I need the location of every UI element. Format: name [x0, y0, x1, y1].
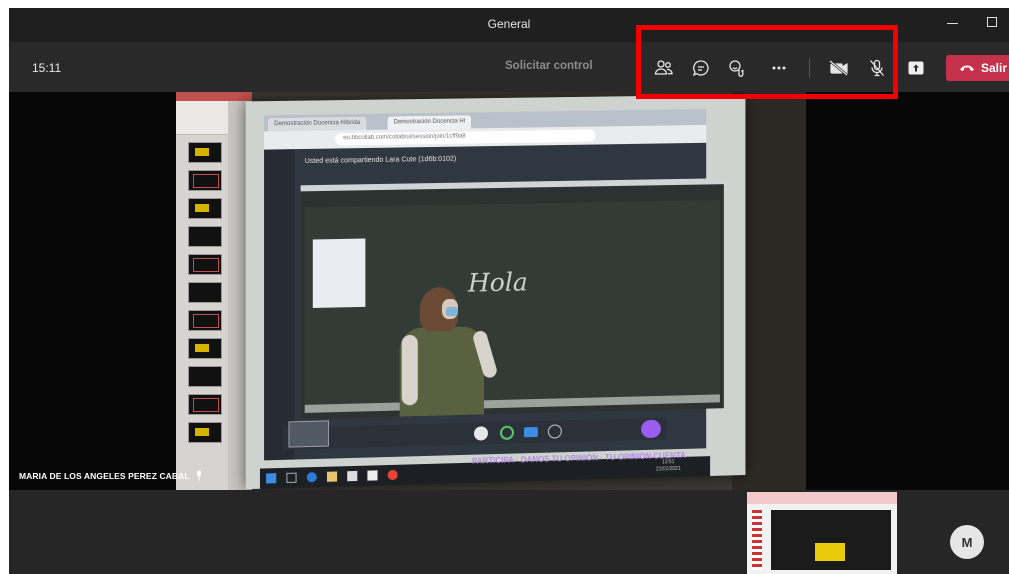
blackboard: Hola	[304, 200, 720, 405]
slide-thumbnail	[188, 338, 222, 359]
raise-hand-icon	[729, 60, 744, 77]
participant-gallery: M	[9, 490, 1009, 574]
taskbar-clock: 13:51 21/01/2021	[656, 459, 681, 474]
teams-window: General 15:11 Solicitar control Salir De…	[9, 8, 1009, 574]
presenter-name: MARIA DE LOS ANGELES PEREZ CABAL	[19, 471, 190, 481]
powerpoint-titlebar	[176, 92, 252, 101]
window-title: General	[487, 17, 531, 31]
shared-content-stage: Demostración Docencia Híbrida Demostraci…	[9, 92, 1009, 490]
teacher-arm	[401, 334, 418, 406]
mic-off-icon	[870, 59, 884, 77]
minimize-icon[interactable]	[947, 14, 961, 32]
task-view-icon	[286, 472, 297, 483]
pin-icon	[197, 470, 201, 481]
folder-icon	[326, 471, 338, 482]
more-icon	[772, 66, 786, 70]
slide-thumbnail	[188, 310, 222, 331]
more-actions-button[interactable]	[767, 57, 791, 79]
sharing-notice: Usted está compartiendo Lara Cute (1d6b:…	[304, 155, 457, 166]
reactions-button[interactable]	[725, 57, 749, 79]
projected-screen: Demostración Docencia Híbrida Demostraci…	[245, 94, 746, 490]
chrome-icon	[387, 469, 398, 481]
hang-up-icon	[960, 65, 974, 72]
mic-icon	[499, 425, 514, 440]
board-text: Hola	[467, 267, 528, 298]
slide-thumbnail	[188, 226, 222, 247]
mail-icon	[367, 470, 378, 481]
windows-taskbar: PARTICIPA · DANOS TU OPINIÓN · TU OPINIÓ…	[259, 451, 711, 489]
browser-tab: Demostración Docencia Hí	[387, 115, 472, 130]
slide-thumbnails	[188, 142, 222, 443]
browser-url: eu.bbcollab.com/collab/ui/session/join/1…	[335, 129, 596, 146]
edge-icon	[306, 472, 317, 483]
camera-toggle-button[interactable]	[827, 57, 851, 79]
participants-button[interactable]	[652, 57, 676, 79]
slide-preview-strip	[752, 510, 762, 570]
slide-preview-highlight	[815, 543, 845, 561]
picture-in-picture	[288, 420, 330, 448]
shared-slide-preview[interactable]	[747, 492, 897, 574]
slide-thumbnail	[188, 170, 222, 191]
participants-icon	[654, 60, 673, 75]
collaborate-media-bar	[282, 417, 667, 450]
collaborate-panel-button	[641, 419, 661, 439]
toolbar-divider	[809, 58, 810, 78]
share-content-button[interactable]	[905, 59, 927, 77]
camera-off-icon	[829, 60, 848, 76]
meeting-timer: 15:11	[32, 61, 62, 75]
taskbar-date: 21/01/2021	[655, 465, 681, 473]
avatar[interactable]: M	[950, 525, 984, 559]
chat-button[interactable]	[689, 57, 713, 79]
slide-thumbnail	[188, 142, 222, 163]
slide-preview-content	[771, 510, 891, 570]
camera-photo-of-projection: Demostración Docencia Híbrida Demostraci…	[176, 92, 806, 490]
classroom-video: Hola	[300, 178, 724, 420]
windows-start-icon	[266, 473, 277, 484]
title-bar: General	[9, 8, 1009, 42]
hand-icon	[547, 424, 562, 439]
share-screen-icon	[908, 61, 924, 75]
leave-label: Salir	[981, 61, 1008, 75]
request-control-button[interactable]: Solicitar control	[505, 60, 593, 72]
chat-icon	[692, 60, 709, 77]
collaborate-sidebar	[264, 149, 295, 461]
slide-thumbnail	[188, 198, 222, 219]
slide-thumbnail	[188, 254, 222, 275]
meeting-toolbar: 15:11 Solicitar control Salir	[9, 42, 1009, 92]
slide-preview-header	[747, 492, 897, 504]
maximize-icon[interactable]	[987, 17, 997, 27]
slide-thumbnail	[188, 422, 222, 443]
avatar-icon	[473, 426, 489, 441]
slide-thumbnail	[188, 282, 222, 303]
slide-thumbnail	[188, 366, 222, 387]
powerpoint-window	[176, 92, 252, 490]
collaborate-session: Usted está compartiendo Lara Cute (1d6b:…	[264, 142, 724, 461]
camera-icon	[523, 426, 538, 438]
slide-thumbnail	[188, 394, 222, 415]
mic-toggle-button[interactable]	[865, 57, 889, 79]
face-mask	[445, 306, 458, 317]
store-icon	[347, 470, 358, 482]
leave-button[interactable]: Salir	[946, 55, 1009, 81]
paper-sheet	[312, 238, 366, 308]
